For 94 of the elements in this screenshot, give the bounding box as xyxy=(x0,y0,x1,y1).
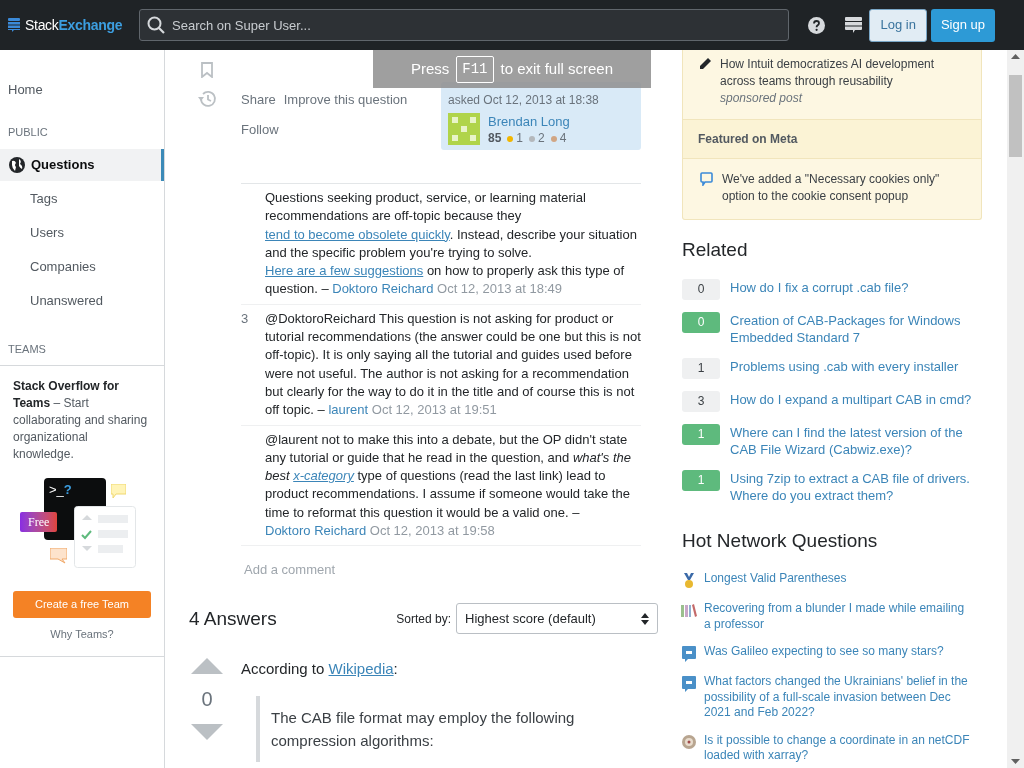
search-field[interactable]: Search on Super User... xyxy=(139,9,789,41)
sidebar-item[interactable]: Users xyxy=(0,216,164,249)
widget-heading: Featured on Meta xyxy=(698,131,798,148)
related-question-link[interactable]: Problems using .cab with every installer xyxy=(730,357,980,379)
history-icon[interactable] xyxy=(197,90,217,108)
answers-count: 4 Answers xyxy=(189,606,277,631)
books-icon xyxy=(681,603,697,617)
hot-question-link[interactable]: Recovering from a blunder I made while emailing a professor xyxy=(704,601,974,632)
badge-count: 1 xyxy=(516,130,524,147)
user-name[interactable]: Brendan Long xyxy=(488,113,570,130)
sign-up-button[interactable]: Sign up xyxy=(930,8,995,42)
related-question-link[interactable]: Creation of CAB-Packages for Windows Embedded Standard 7 xyxy=(730,311,980,346)
comment-text: @DoktoroReichard This question is not asking for product or tutorial recommendations (the answer could be one but this is not off-topic). It is only saying all the tutorial and guides used before were not useful. The author is not asking for a recommendation but clearly for the way to do it in the title and of course this is not off topic. – laurent Oct 12, 2013 at 19:51 xyxy=(265,309,641,420)
help-icon[interactable] xyxy=(808,16,825,34)
blog-link[interactable]: How Intuit democratizes AI development across teams through reusability xyxy=(720,56,964,90)
log-in-button[interactable]: Log in xyxy=(869,8,927,42)
hot-question-link[interactable]: Longest Valid Parentheses xyxy=(704,571,974,587)
sort-label: Sorted by: xyxy=(396,610,451,628)
sidebar-item[interactable]: Unanswered xyxy=(0,284,164,317)
score-badge: 0 xyxy=(682,311,720,333)
meta-link[interactable]: We've added a "Necessary cookies only" option to the cookie consent popup xyxy=(722,171,964,205)
checklist-drawing xyxy=(74,506,136,568)
comment-text: Questions seeking product, service, or learning material recommendations are off-topic because they tend to become obsolete quickly. Instead, describe your situation and the specific problem you're trying to solve. Here are a few suggestions on how to properly ask this type of question. – Doktoro Reichard Oct 12, 2013 at 18:49 xyxy=(265,189,638,299)
related-question-link[interactable]: How do I expand a multipart CAB in cmd? xyxy=(730,390,980,412)
hot-question-link[interactable]: Was Galileo expecting to see so many stars? xyxy=(704,644,974,660)
sidebar-item[interactable]: Questions xyxy=(0,148,164,181)
sort-select[interactable]: Highest score (default) xyxy=(456,603,658,635)
score-badge: 1 xyxy=(682,469,720,491)
globe-icon xyxy=(8,155,26,174)
vote-count: 0 xyxy=(201,687,213,713)
downvote-icon[interactable] xyxy=(191,724,223,741)
sidebar-item[interactable]: Companies xyxy=(0,250,164,283)
teams-description: Stack Overflow for Teams – Start collaborating and sharing organizational knowledge. xyxy=(13,378,149,463)
sidebar-heading: PUBLIC xyxy=(7,125,49,140)
sponsored-note: sponsored post xyxy=(720,90,804,107)
comment-author[interactable]: Doktoro Reichard xyxy=(332,281,434,297)
sidebar-item[interactable]: Home xyxy=(0,74,164,106)
scrollbar[interactable] xyxy=(1007,50,1024,768)
bookmark-icon[interactable] xyxy=(201,62,213,78)
chat-bubble-icon xyxy=(700,172,713,186)
upvote-icon[interactable] xyxy=(191,658,223,675)
score-badge: 1 xyxy=(682,423,720,445)
badge-count: 2 xyxy=(538,130,545,147)
create-team-button[interactable]: Create a free Team xyxy=(13,591,151,618)
answer-text: According to Wikipedia: xyxy=(241,659,399,680)
wikipedia-link[interactable]: Wikipedia xyxy=(328,660,394,678)
scroll-up-icon[interactable] xyxy=(1011,54,1020,59)
search-icon xyxy=(147,16,165,34)
comment-score: 3 xyxy=(241,310,249,326)
sidebar-heading: TEAMS xyxy=(7,341,47,357)
post-menu-link[interactable]: Share xyxy=(241,90,276,110)
hot-question-link[interactable]: Is it possible to change a coordinate in an netCDF loaded with xarray? xyxy=(704,732,974,764)
comment-link[interactable]: tend to become obsolete quickly xyxy=(265,226,450,242)
notice-text: to exit full screen xyxy=(500,58,614,79)
key-label: F11 xyxy=(456,55,494,83)
related-question-link[interactable]: How do I fix a corrupt .cab file? xyxy=(730,278,980,300)
chat-icon xyxy=(50,548,67,564)
add-comment-link[interactable]: Add a comment xyxy=(244,562,336,578)
logo-icon xyxy=(8,18,20,32)
asked-date: asked Oct 12, 2013 at 18:38 xyxy=(448,92,600,109)
pencil-icon xyxy=(700,58,711,69)
comment-text: @laurent not to make this into a debate, but the OP didn't state any tutorial or guide that he read in the question, and what's the best x-category type of questions (read the last link) lead to product recommendations. I assume if someone would take the time to reformat this question it would be a valid one. – Doktoro Reichard Oct 12, 2013 at 19:58 xyxy=(265,430,633,541)
post-menu-link[interactable]: Follow xyxy=(241,119,279,139)
notice-text: Press xyxy=(410,58,450,79)
compass-icon xyxy=(682,734,696,749)
badge-count: 4 xyxy=(559,130,567,147)
free-tag: Free xyxy=(20,512,58,532)
sort-arrows-icon xyxy=(641,612,649,625)
section-heading: Hot Network Questions xyxy=(682,528,879,553)
related-question-link[interactable]: Using 7zip to extract a CAB file of drivers. Where do you extract them? xyxy=(730,469,980,504)
hot-question-link[interactable]: What factors changed the Ukrainians' belief in the possibility of a full-scale invasion between Dec 2021 and Feb 2022? xyxy=(704,674,974,721)
related-question-link[interactable]: Where can I find the latest version of the CAB File Wizard (Cabwiz.exe)? xyxy=(730,423,980,458)
comment-author[interactable]: Doktoro Reichard xyxy=(265,523,367,539)
comment-link[interactable]: x-category xyxy=(293,468,354,484)
reputation: 85 xyxy=(488,130,502,147)
why-teams-link[interactable]: Why Teams? xyxy=(50,626,114,643)
section-heading: Related xyxy=(682,238,749,262)
inbox-icon[interactable] xyxy=(845,16,862,34)
score-badge: 0 xyxy=(682,278,720,300)
speech-bubble-icon xyxy=(682,676,696,692)
speech-bubble-icon xyxy=(682,646,696,662)
medal-icon xyxy=(683,573,695,589)
scroll-down-icon[interactable] xyxy=(1011,759,1020,764)
quote-text: The CAB file format may employ the following compression algorithms: xyxy=(271,707,576,751)
sidebar-item[interactable]: Tags xyxy=(0,182,164,215)
post-menu-link[interactable]: Improve this question xyxy=(283,90,408,110)
score-badge: 1 xyxy=(682,357,720,379)
avatar xyxy=(448,113,480,145)
stack-exchange-logo[interactable]: StackExchange xyxy=(8,14,131,36)
scrollbar-thumb[interactable] xyxy=(1009,75,1022,157)
score-badge: 3 xyxy=(682,390,720,412)
comment-author[interactable]: laurent xyxy=(328,402,369,418)
chat-icon xyxy=(111,484,126,498)
comment-link[interactable]: Here are a few suggestions xyxy=(265,263,424,279)
